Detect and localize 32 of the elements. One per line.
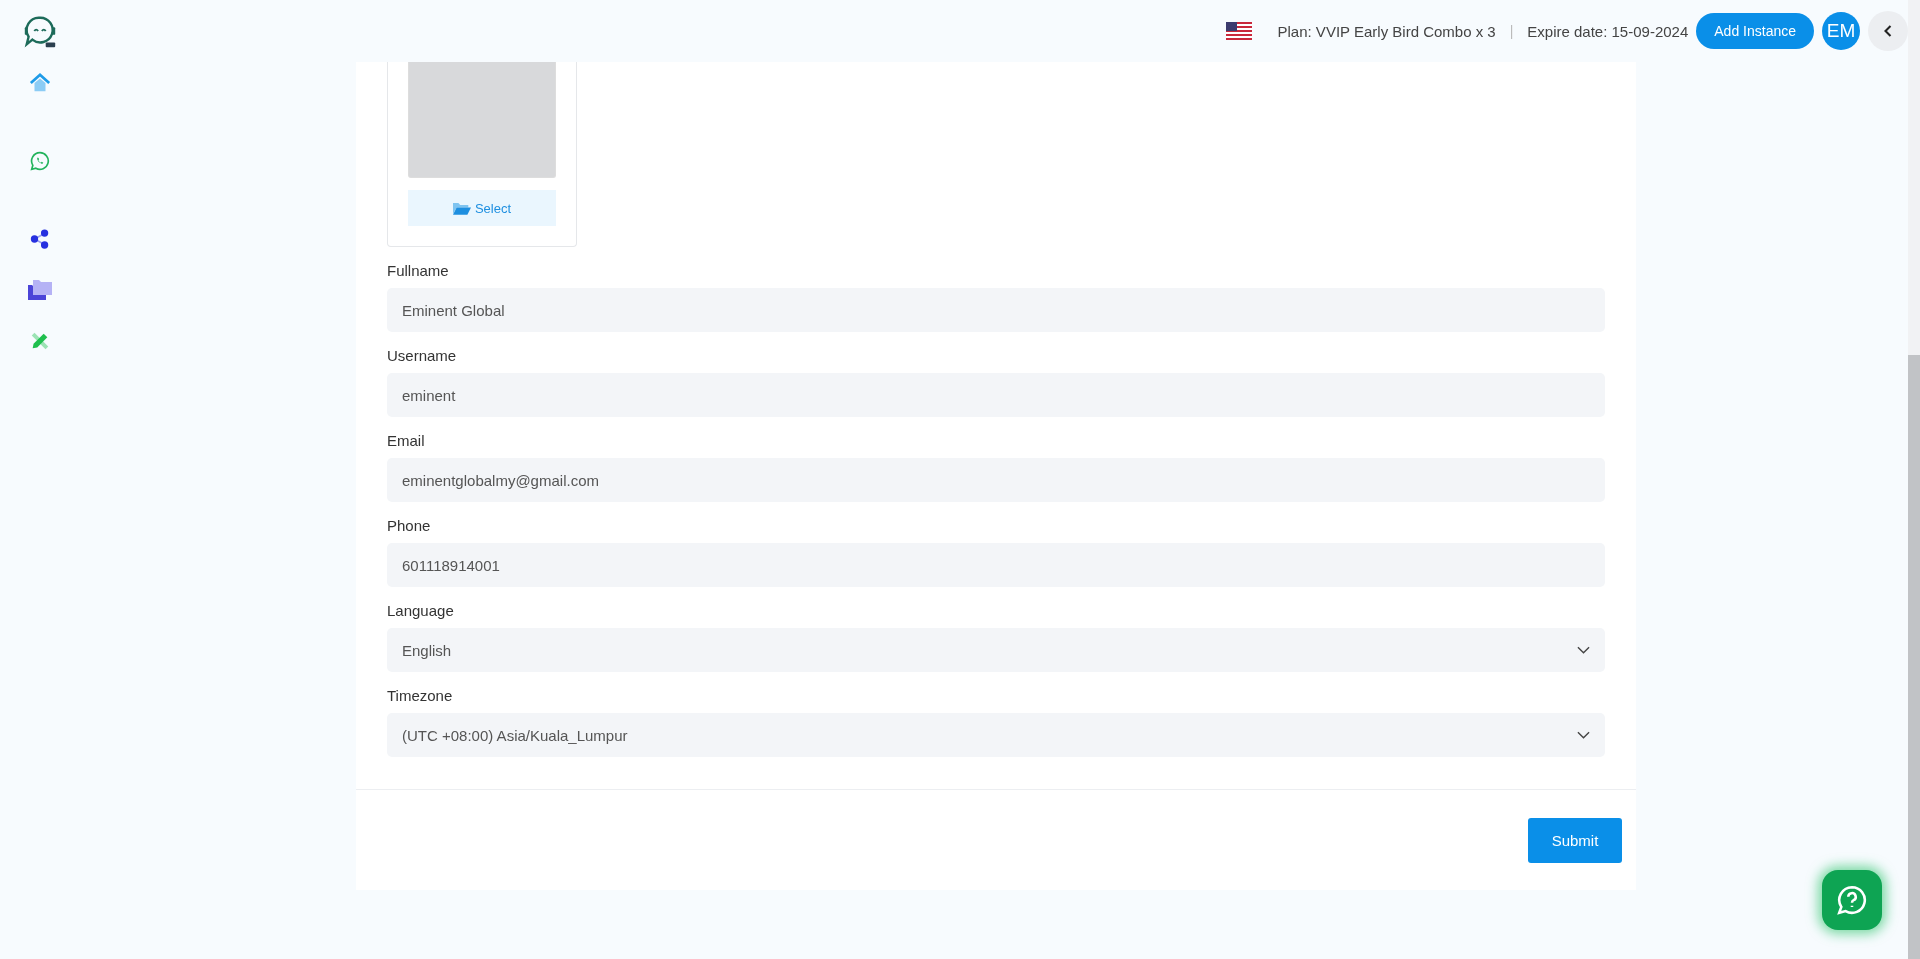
field-label: Email [387,432,426,449]
input-field[interactable]: Eminent Global [387,288,1605,332]
scrollbar-thumb[interactable] [1908,355,1920,959]
back-button[interactable] [1868,11,1908,51]
submit-button[interactable]: Submit [1528,818,1622,863]
field-label: Timezone [387,687,454,704]
separator-text: | [1509,23,1514,39]
user-avatar[interactable]: EM [1822,12,1860,50]
chevron-down-icon [1577,646,1590,654]
plan-text: Plan: VVIP Early Bird Combo x 3 [1277,22,1496,40]
share-icon[interactable] [29,228,51,250]
whatsapp-icon[interactable] [30,151,50,171]
field-label: Username [387,347,458,364]
home-icon[interactable] [28,72,52,94]
expire-date-text: Expire date: 15-09-2024 [1527,22,1689,40]
us-flag-icon [1225,22,1252,40]
field-label: Fullname [387,262,450,279]
input-field[interactable]: eminentglobalmy@gmail.com [387,458,1605,502]
folders-icon[interactable] [26,279,54,301]
help-chat-button[interactable] [1822,870,1882,930]
add-instance-button[interactable]: Add Instance [1696,13,1814,49]
chevron-down-icon [1577,731,1590,739]
select-field[interactable]: (UTC +08:00) Asia/Kuala_Lumpur [387,713,1605,757]
input-field[interactable]: 601118914001 [387,543,1605,587]
input-field[interactable]: eminent [387,373,1605,417]
pencil-ruler-icon[interactable] [29,330,51,352]
select-field[interactable]: English [387,628,1605,672]
question-bubble-icon [1836,884,1868,916]
chevron-left-icon [1883,24,1893,38]
field-label: Phone [387,517,432,534]
field-label: Language [387,602,455,619]
folder-icon [452,201,471,215]
